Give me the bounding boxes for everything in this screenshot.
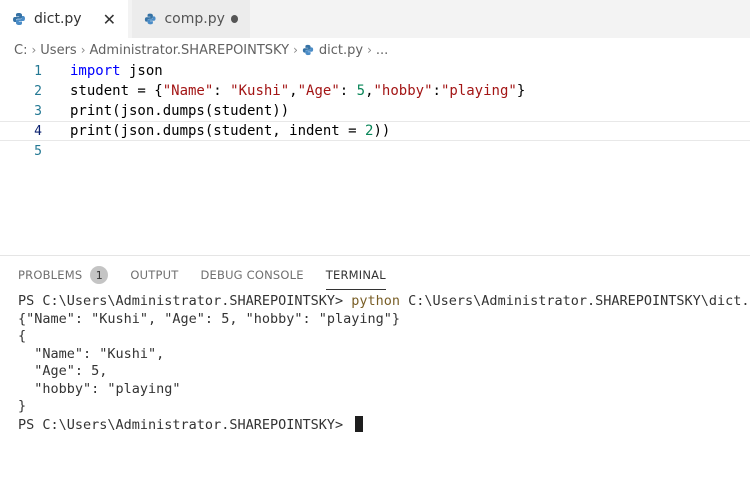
terminal-line: PS C:\Users\Administrator.SHAREPOINTSKY> [18,415,738,434]
code-token: : [339,83,357,99]
tab-output[interactable]: OUTPUT [130,264,178,286]
code-token: "Name" [162,83,214,99]
tab-label: comp.py [164,11,225,27]
terminal-line: {"Name": "Kushi", "Age": 5, "hobby": "pl… [18,310,401,327]
tab-debug-console[interactable]: DEBUG CONSOLE [200,264,303,286]
dirty-dot-icon[interactable] [230,15,238,23]
chevron-right-icon: › [367,43,372,57]
code-line[interactable]: 5 [0,141,750,161]
code-token: : [213,83,231,99]
chevron-right-icon: › [31,43,37,57]
tab-label: TERMINAL [325,268,386,282]
breadcrumb-item-users[interactable]: Users [40,43,76,58]
code-token: )) [373,123,391,139]
problems-count-badge: 1 [90,266,109,284]
python-file-icon [144,13,156,25]
terminal-line: "hobby": "playing" [18,380,181,397]
code-token: : [432,83,441,99]
line-number: 5 [34,143,42,159]
breadcrumb-item-admin[interactable]: Administrator.SHAREPOINTSKY [90,43,290,58]
tab-dict-py[interactable]: dict.py ✕ [0,0,128,38]
terminal-line: PS C:\Users\Administrator.SHAREPOINTSKY>… [18,293,750,311]
terminal-line: } [18,398,27,414]
terminal-line: "Name": "Kushi", [18,345,165,362]
code-editor[interactable]: 1 import json 2 student = {"Name": "Kush… [0,60,750,255]
tab-label: PROBLEMS [18,268,83,282]
code-token: 5 [356,83,366,99]
tab-terminal[interactable]: TERMINAL [325,264,386,290]
code-text: student = {"Name": "Kushi","Age": 5,"hob… [48,83,525,99]
python-file-icon [13,13,25,25]
code-token: , [289,83,298,99]
tab-label: dict.py [34,11,82,27]
code-token: import [70,63,121,79]
breadcrumb-item-drive[interactable]: C: [14,43,27,58]
terminal-cursor [355,415,364,432]
breadcrumb-item-symbols[interactable]: ... [376,43,388,58]
terminal-output[interactable]: PS C:\Users\Administrator.SHAREPOINTSKY>… [18,293,750,434]
editor-tab-bar: dict.py ✕ comp.py [0,0,750,38]
code-token: "Age" [297,83,340,99]
code-token: json [120,63,163,79]
bottom-panel: PROBLEMS 1 OUTPUT DEBUG CONSOLE TERMINAL… [0,255,750,485]
close-icon[interactable]: ✕ [103,10,116,29]
code-token: , [365,83,374,99]
terminal-command: python [351,293,401,309]
panel-tab-bar: PROBLEMS 1 OUTPUT DEBUG CONSOLE TERMINAL [18,264,408,290]
terminal-prompt: PS C:\Users\Administrator.SHAREPOINTSKY> [18,293,352,309]
code-text: print(json.dumps(student, indent = 2)) [48,123,390,139]
code-token: "Kushi" [230,83,290,99]
line-number: 4 [34,123,42,139]
line-number: 2 [34,83,42,99]
code-line[interactable]: 3 print(json.dumps(student)) [0,101,750,121]
code-line[interactable]: 1 import json [0,61,750,81]
code-line-current[interactable]: 4 print(json.dumps(student, indent = 2)) [0,121,750,141]
code-token: } [516,83,526,99]
terminal-command-arg: C:\Users\Administrator.SHAREPOINTSKY\dic… [400,293,750,309]
tab-label: DEBUG CONSOLE [200,268,304,282]
breadcrumb: C: › Users › Administrator.SHAREPOINTSKY… [14,40,388,60]
line-number: 1 [34,63,42,79]
code-token: "playing" [440,83,517,99]
line-number: 3 [34,103,42,119]
terminal-line: { [18,328,27,344]
code-token: print(json.dumps(student)) [70,103,290,119]
tab-problems[interactable]: PROBLEMS 1 [18,264,109,286]
code-token: "hobby" [373,83,433,99]
tab-label: OUTPUT [130,268,179,282]
code-text: import json [48,63,163,79]
tab-comp-py[interactable]: comp.py [132,0,250,38]
code-text: print(json.dumps(student)) [48,103,289,119]
terminal-prompt: PS C:\Users\Administrator.SHAREPOINTSKY> [18,416,352,433]
chevron-right-icon: › [293,43,298,57]
code-token: student = { [70,83,163,99]
code-line[interactable]: 2 student = {"Name": "Kushi","Age": 5,"h… [0,81,750,101]
breadcrumb-item-file[interactable]: dict.py [319,43,363,58]
chevron-right-icon: › [80,43,86,57]
terminal-line: "Age": 5, [18,363,108,379]
code-token: print(json.dumps(student, indent = [70,123,366,139]
python-file-icon [302,44,314,56]
